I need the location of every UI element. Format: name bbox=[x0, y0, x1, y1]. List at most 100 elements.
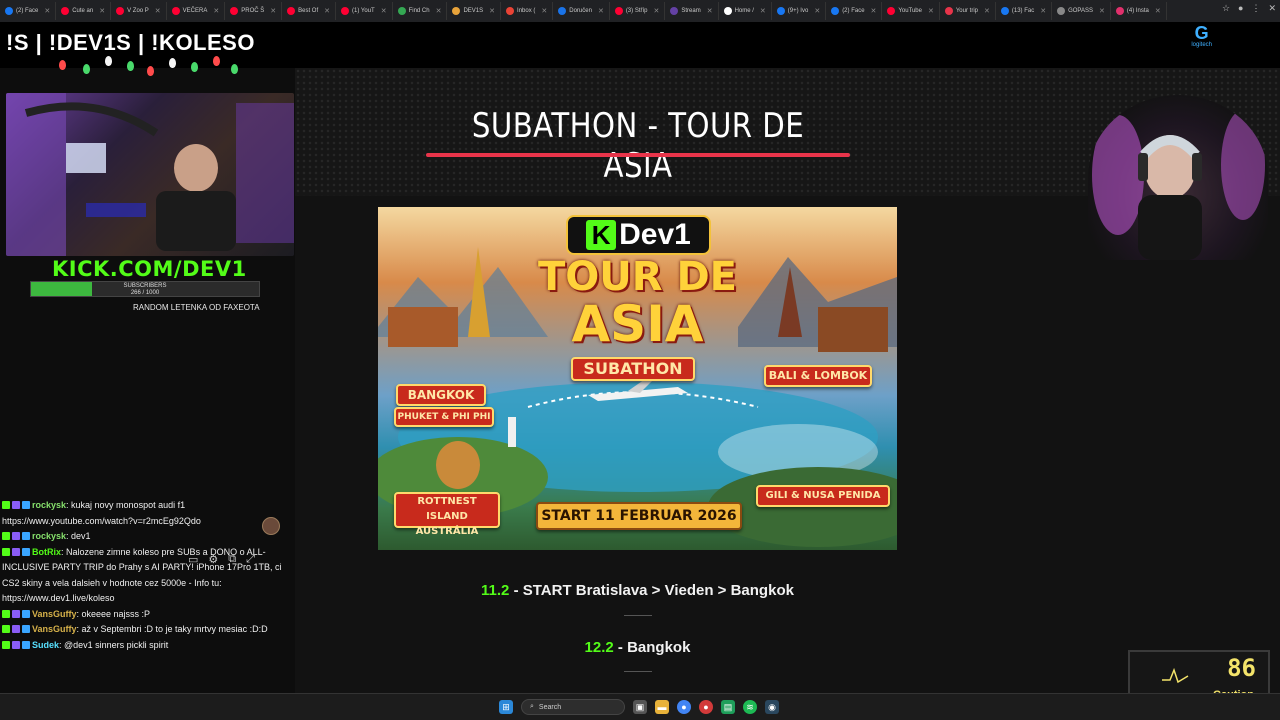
chat-badge-icon bbox=[2, 625, 10, 633]
tab-label: (4) Insta bbox=[1126, 8, 1149, 14]
browser-tab[interactable]: (13) Fac ✕ bbox=[996, 2, 1053, 20]
browser-tab[interactable]: Find Ch ✕ bbox=[393, 2, 448, 20]
chat-message: VansGuffy: až v Septembri :D to je taky … bbox=[0, 622, 288, 638]
taskbar-search[interactable]: ⌕ Search bbox=[521, 699, 625, 715]
ribbon-bangkok: BANGKOK bbox=[396, 384, 486, 406]
meter-value: 86 bbox=[1227, 654, 1256, 682]
browser-tab[interactable]: (3) Stříp ✕ bbox=[610, 2, 666, 20]
chat-username[interactable]: Sudek bbox=[32, 640, 59, 650]
chat-username[interactable]: BotRix bbox=[32, 547, 61, 557]
tab-label: (13) Fac bbox=[1011, 8, 1035, 14]
tab-close-icon[interactable]: ✕ bbox=[1099, 7, 1105, 15]
browser-tab[interactable]: Stream ✕ bbox=[665, 2, 719, 20]
browser-tab[interactable]: Your trip ✕ bbox=[940, 2, 996, 20]
browser-tab[interactable]: V Zoo P ✕ bbox=[111, 2, 167, 20]
steam-icon[interactable]: ◉ bbox=[765, 700, 779, 714]
browser-tab[interactable]: PROČ Š ✕ bbox=[225, 2, 283, 20]
chat-panel[interactable]: rockysk: kukaj novy monospot audi f1 htt… bbox=[0, 498, 288, 720]
browser-tab[interactable]: (4) Insta ✕ bbox=[1111, 2, 1167, 20]
browser-tab[interactable]: (1) YouT ✕ bbox=[336, 2, 393, 20]
tab-close-icon[interactable]: ✕ bbox=[1040, 7, 1046, 15]
browser-tab[interactable]: Best Of ✕ bbox=[282, 2, 337, 20]
tab-close-icon[interactable]: ✕ bbox=[324, 7, 330, 15]
app-icon[interactable]: ● bbox=[699, 700, 713, 714]
tab-close-icon[interactable]: ✕ bbox=[814, 7, 820, 15]
star-icon[interactable]: ☆ bbox=[1222, 3, 1230, 14]
tab-close-icon[interactable]: ✕ bbox=[155, 7, 161, 15]
schedule-divider bbox=[624, 671, 652, 672]
tab-close-icon[interactable]: ✕ bbox=[871, 7, 877, 15]
tab-favicon-icon bbox=[944, 7, 953, 15]
browser-tab[interactable]: (2) Face ✕ bbox=[0, 2, 57, 20]
browser-tab[interactable]: VEČERA ✕ bbox=[167, 2, 226, 20]
menu-icon[interactable]: ⋮ bbox=[1251, 3, 1260, 14]
tab-favicon-icon bbox=[230, 7, 239, 15]
chat-badge-icon bbox=[2, 532, 10, 540]
subscriber-progress: SUBSCRIBERS 266 / 1000 bbox=[30, 281, 260, 297]
chat-username[interactable]: rockysk bbox=[32, 500, 66, 510]
tab-close-icon[interactable]: ✕ bbox=[541, 7, 547, 15]
tab-close-icon[interactable]: ✕ bbox=[436, 7, 442, 15]
tab-close-icon[interactable]: ✕ bbox=[1155, 7, 1161, 15]
extension-icon[interactable]: ● bbox=[1238, 3, 1243, 14]
tab-close-icon[interactable]: ✕ bbox=[489, 7, 495, 15]
tab-close-icon[interactable]: ✕ bbox=[44, 7, 50, 15]
browser-tab[interactable]: (2) Face ✕ bbox=[826, 2, 883, 20]
browser-tab[interactable]: GOPASS ✕ bbox=[1052, 2, 1111, 20]
tab-close-icon[interactable]: ✕ bbox=[381, 7, 387, 15]
settings-gear-icon[interactable]: ⚙ bbox=[208, 553, 218, 566]
tab-close-icon[interactable]: ✕ bbox=[598, 7, 604, 15]
browser-tab[interactable]: (9+) Ivo ✕ bbox=[772, 2, 827, 20]
tab-close-icon[interactable]: ✕ bbox=[707, 7, 713, 15]
title-underline bbox=[426, 153, 850, 157]
subscriber-count: 266 / 1000 bbox=[130, 290, 160, 296]
chat-badge-icon bbox=[22, 625, 30, 633]
tab-close-icon[interactable]: ✕ bbox=[270, 7, 276, 15]
chat-badge-icon bbox=[2, 547, 10, 556]
chat-badge-icon bbox=[2, 609, 10, 618]
browser-tab[interactable]: Cute an ✕ bbox=[56, 2, 112, 20]
ribbon-gili: GILI & NUSA PENIDA bbox=[756, 485, 890, 507]
chat-username[interactable]: VansGuffy bbox=[32, 624, 77, 634]
browser-tab[interactable]: Home / ✕ bbox=[719, 2, 772, 20]
webcam-overview bbox=[6, 93, 294, 256]
tab-favicon-icon bbox=[558, 7, 567, 15]
tab-close-icon[interactable]: ✕ bbox=[213, 7, 219, 15]
tab-close-icon[interactable]: ✕ bbox=[99, 7, 105, 15]
start-menu-icon[interactable]: ⊞ bbox=[499, 700, 513, 714]
tab-favicon-icon bbox=[5, 7, 13, 15]
tab-close-icon[interactable]: ✕ bbox=[984, 7, 990, 15]
browser-tab[interactable]: DEV1S ✕ bbox=[447, 2, 502, 20]
tab-close-icon[interactable]: ✕ bbox=[653, 7, 659, 15]
close-window-icon[interactable]: ✕ bbox=[1268, 3, 1276, 14]
tab-close-icon[interactable]: ✕ bbox=[928, 7, 934, 15]
search-label: Search bbox=[538, 703, 562, 711]
chrome-icon[interactable]: ● bbox=[677, 700, 691, 714]
spreadsheet-icon[interactable]: ▤ bbox=[721, 700, 735, 714]
chat-mode-icon[interactable]: ▭ bbox=[188, 553, 198, 566]
logitech-icon[interactable]: G logitech bbox=[1191, 24, 1212, 48]
chat-badge-icon bbox=[2, 501, 10, 509]
chat-username[interactable]: VansGuffy bbox=[32, 609, 77, 619]
chat-username[interactable]: rockysk bbox=[32, 531, 66, 541]
tab-label: V Zoo P bbox=[127, 8, 149, 14]
file-explorer-icon[interactable]: ▬ bbox=[655, 700, 669, 714]
browser-tab[interactable]: Inbox (✕ bbox=[501, 2, 554, 20]
ribbon-subathon: SUBATHON bbox=[571, 357, 695, 381]
tab-favicon-icon bbox=[1115, 7, 1124, 15]
tab-close-icon[interactable]: ✕ bbox=[760, 7, 766, 15]
popout-icon[interactable]: ⧉ bbox=[228, 553, 236, 566]
expand-icon[interactable]: ⤢ bbox=[246, 553, 255, 566]
tab-favicon-icon bbox=[614, 7, 623, 15]
browser-tab[interactable]: Doručen ✕ bbox=[553, 2, 610, 20]
tab-label: (9+) Ivo bbox=[787, 8, 809, 14]
spotify-icon[interactable]: ≋ bbox=[743, 700, 757, 714]
chat-text: : okeeee najsss :P bbox=[76, 608, 151, 619]
browser-tab[interactable]: YouTube ✕ bbox=[882, 2, 940, 20]
schedule-text: - Bangkok bbox=[613, 639, 691, 656]
task-view-icon[interactable]: ▣ bbox=[633, 700, 647, 714]
tab-favicon-icon bbox=[1057, 7, 1066, 15]
chat-toolbar: ▭ ⚙ ⧉ ⤢ bbox=[188, 553, 255, 566]
schedule-text: - START Bratislava > Vieden > Bangkok bbox=[509, 582, 794, 599]
tab-label: (2) Face bbox=[16, 8, 39, 14]
